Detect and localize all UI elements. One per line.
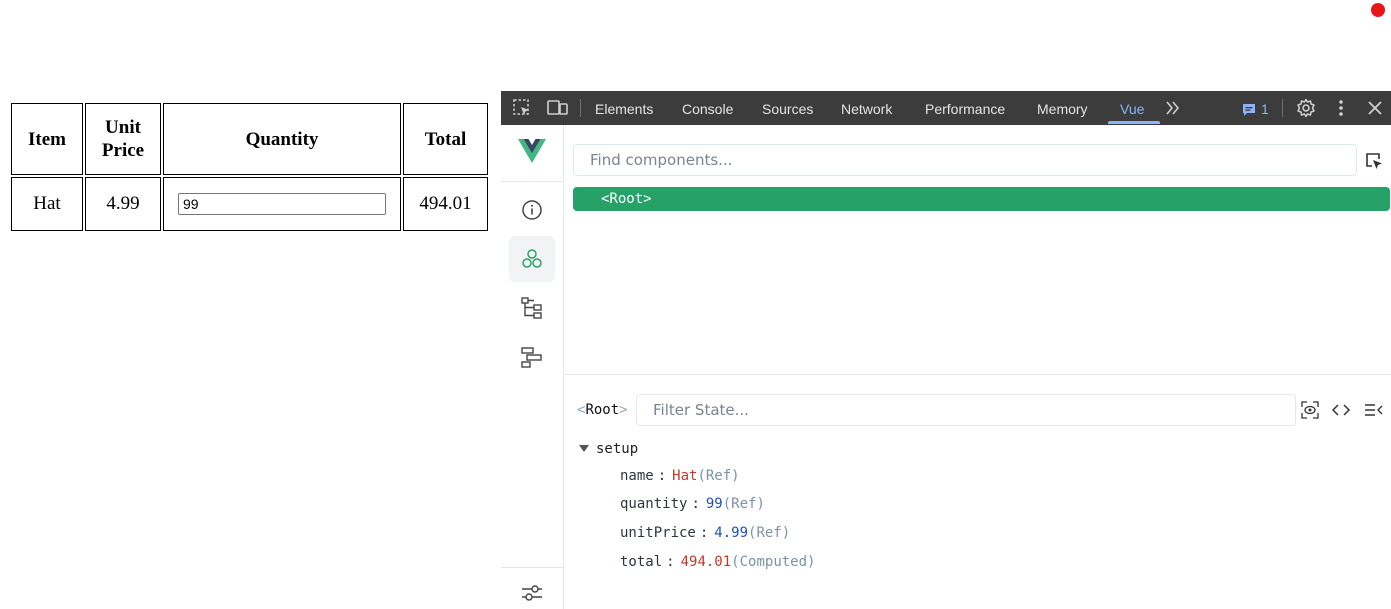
sidebar-divider: [501, 567, 563, 568]
find-components-input[interactable]: [588, 145, 1352, 175]
state-prop-row[interactable]: name: Hat(Ref): [620, 466, 740, 486]
table-row: Hat 4.99 494.01: [11, 177, 488, 231]
filter-state-box: [636, 394, 1296, 426]
active-tab-indicator: [1108, 121, 1160, 124]
header-unit-price-line1: Unit: [105, 117, 141, 138]
devtools-toolbar: Elements Console Sources Network Perform…: [501, 91, 1391, 125]
inspect-dom-icon[interactable]: [1331, 401, 1351, 424]
header-quantity-label: Quantity: [245, 128, 319, 150]
panel-divider: [564, 374, 1391, 375]
cell-unit-price: 4.99: [85, 177, 161, 231]
toolbar-separator: [1282, 99, 1283, 117]
cell-total: 494.01: [403, 177, 488, 231]
prop-key: total: [620, 554, 663, 570]
vue-sidebar: [501, 125, 564, 609]
sidebar-tree-button[interactable]: [509, 285, 555, 331]
toolbar-separator: [580, 99, 581, 117]
component-tree-root[interactable]: <Root>: [573, 187, 1390, 211]
tab-network[interactable]: Network: [841, 91, 892, 125]
table-header-row: Item Unit Price Quantity Total: [11, 103, 488, 175]
sidebar-components-button[interactable]: [509, 236, 555, 282]
setup-section-label: setup: [596, 441, 639, 457]
state-prop-row[interactable]: unitPrice:4.99(Ref): [620, 523, 790, 543]
find-components-box: [573, 144, 1357, 176]
order-table: Item UnitPrice Quantity Total Hat 4.99 4…: [9, 101, 490, 233]
prop-key: quantity: [620, 496, 688, 512]
tab-elements[interactable]: Elements: [595, 91, 653, 125]
devtools-panel: Elements Console Sources Network Perform…: [501, 91, 1391, 609]
prop-value: 4.99: [714, 525, 749, 541]
header-unit-price-line2: Price: [101, 140, 145, 161]
prop-value: Hat: [672, 468, 698, 484]
sidebar-info-button[interactable]: [509, 187, 555, 233]
scroll-to-component-icon[interactable]: [1301, 401, 1319, 424]
prop-value: 494.01: [680, 554, 732, 570]
cell-quantity: [163, 177, 401, 231]
quantity-input[interactable]: [178, 193, 386, 215]
caret-down-icon: [579, 445, 589, 452]
header-item: Item: [11, 103, 83, 175]
device-toolbar-icon[interactable]: [547, 98, 568, 118]
prop-type: (Ref): [748, 525, 791, 541]
kebab-menu-icon[interactable]: [1331, 98, 1351, 118]
prop-value: 99: [705, 496, 723, 512]
recording-indicator: [1371, 3, 1385, 17]
prop-key: unitPrice: [620, 525, 696, 541]
state-root-name: Root: [585, 402, 620, 418]
prop-type: (Ref): [697, 468, 740, 484]
info-icon: [522, 200, 542, 220]
header-total-label: Total: [424, 128, 467, 150]
prop-type: (Ref): [722, 496, 765, 512]
tab-performance[interactable]: Performance: [925, 91, 1005, 125]
setup-section-toggle[interactable]: setup: [579, 439, 638, 459]
header-unit-price: Unit Price: [85, 103, 161, 175]
tab-memory[interactable]: Memory: [1037, 91, 1088, 125]
header-total: Total: [403, 103, 488, 175]
root-component-label: <Root>: [601, 191, 652, 207]
tab-sources[interactable]: Sources: [762, 91, 813, 125]
tab-vue[interactable]: Vue: [1120, 91, 1144, 125]
vue-logo-icon: [518, 139, 546, 168]
settings-icon[interactable]: [1296, 98, 1316, 118]
settings-sliders-icon[interactable]: [521, 582, 543, 609]
prop-key: name: [620, 468, 654, 484]
state-root-label: <Root>: [577, 402, 628, 418]
close-icon[interactable]: [1365, 98, 1385, 118]
filter-state-input[interactable]: [651, 395, 1285, 425]
select-component-icon[interactable]: [1364, 151, 1384, 176]
issues-count: 1: [1261, 101, 1269, 117]
sidebar-divider: [501, 181, 563, 182]
sidebar-timeline-button[interactable]: [509, 334, 555, 380]
header-item-label: Item: [28, 128, 66, 150]
cell-item: Hat: [11, 177, 83, 231]
state-prop-row[interactable]: quantity:99(Ref): [620, 494, 765, 514]
issues-icon: [1243, 104, 1255, 116]
components-icon: [522, 249, 542, 268]
more-tabs-icon[interactable]: [1164, 99, 1184, 119]
header-quantity: Quantity: [163, 103, 401, 175]
expand-collapse-icon[interactable]: [1364, 401, 1384, 424]
prop-type: (Computed): [731, 554, 816, 570]
tab-console[interactable]: Console: [682, 91, 733, 125]
timeline-icon: [521, 347, 542, 368]
inspect-element-icon[interactable]: [512, 98, 532, 118]
state-prop-row[interactable]: total:494.01(Computed): [620, 552, 815, 572]
component-tree-icon: [521, 297, 542, 319]
